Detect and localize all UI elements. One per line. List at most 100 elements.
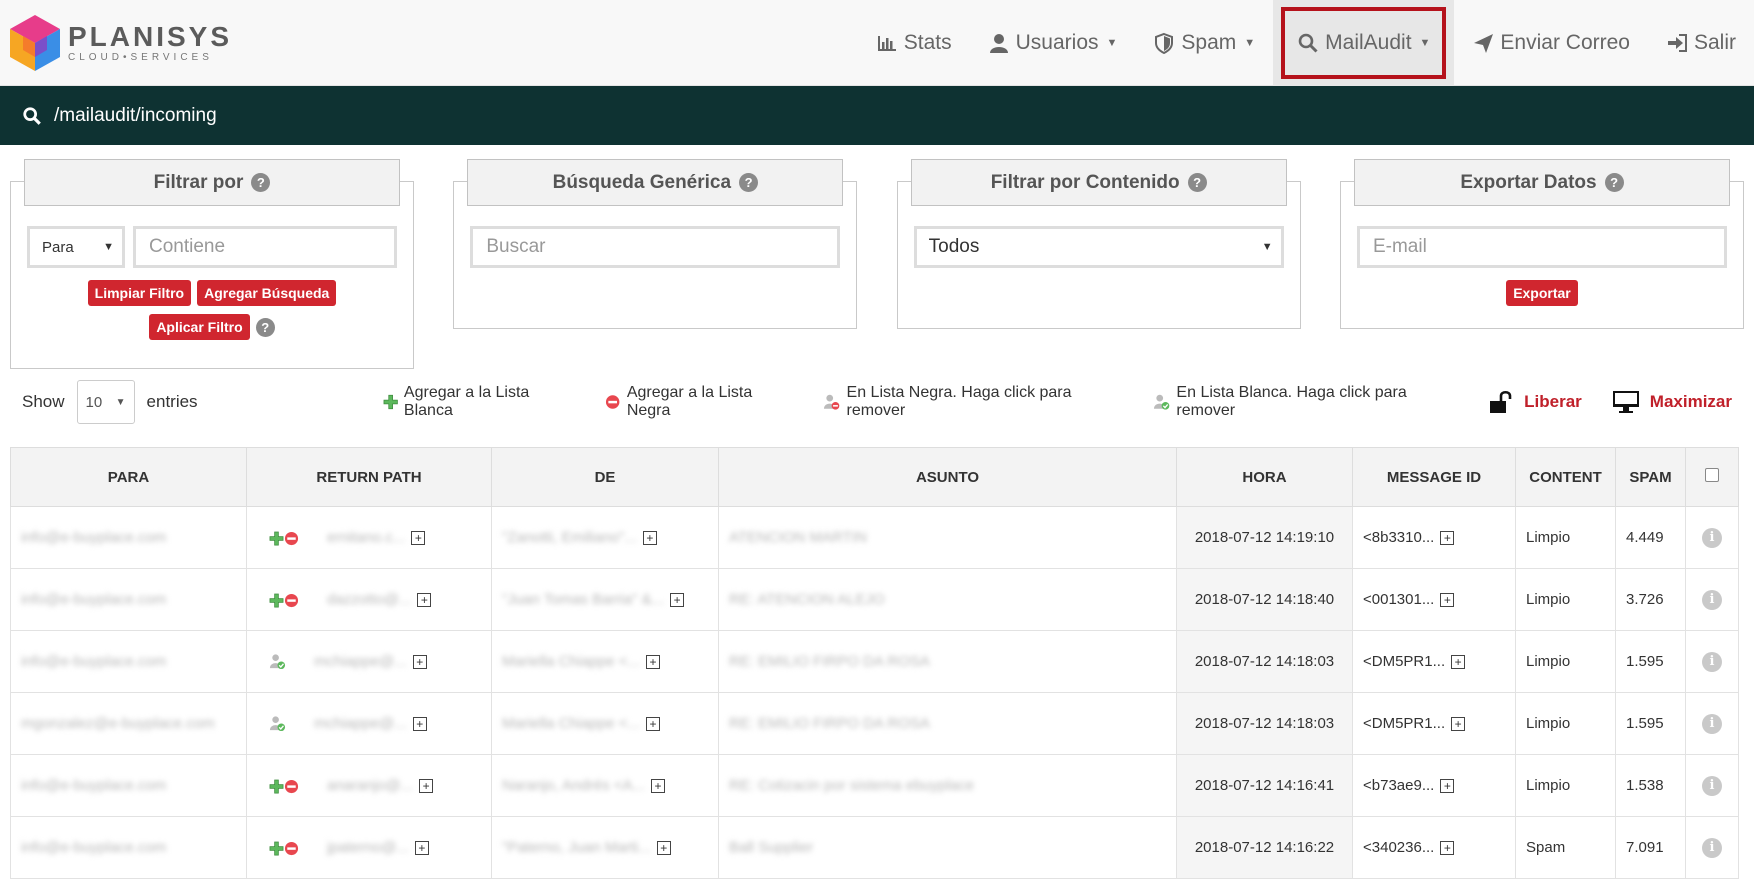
nav-mailaudit[interactable]: MailAudit ▼ — [1273, 0, 1455, 86]
red-minus-icon[interactable] — [284, 593, 299, 608]
info-icon[interactable]: i — [1702, 775, 1722, 796]
table-row[interactable]: info@e-buyplace.com jpaterno@... + "Paterno… — [10, 816, 1739, 879]
whitelist-add-legend[interactable]: Agregar a la Lista Blanca — [383, 384, 576, 420]
expand-icon[interactable]: + — [670, 593, 685, 608]
cell-info: i — [1685, 754, 1739, 817]
expand-icon[interactable]: + — [411, 531, 426, 546]
info-icon[interactable]: i — [1702, 713, 1722, 734]
in-blacklist-legend[interactable]: En Lista Negra. Haga click para remover — [823, 384, 1123, 420]
green-plus-icon[interactable] — [269, 593, 284, 608]
liberar-action[interactable]: Liberar — [1488, 389, 1582, 415]
cell-content: Limpio — [1515, 630, 1616, 693]
panel-busqueda-generica: Búsqueda Genérica ? Buscar — [453, 159, 858, 329]
help-icon[interactable]: ? — [739, 173, 759, 192]
brand-logo[interactable]: PLANISYS CLOUD•SERVICES — [10, 14, 232, 71]
expand-icon[interactable]: + — [1451, 655, 1466, 670]
cell-asunto: RE: EMILIO FIRPO DA ROSA — [718, 692, 1177, 755]
green-plus-icon[interactable] — [269, 779, 284, 794]
expand-icon[interactable]: + — [412, 654, 427, 669]
info-icon[interactable]: i — [1702, 527, 1722, 548]
expand-icon[interactable]: + — [1440, 779, 1455, 794]
entries-select[interactable]: 10 ▼ — [76, 380, 135, 424]
table-row[interactable]: info@e-buyplace.com ernitano.c... + "Zanott… — [10, 506, 1739, 569]
panel-busqueda-title: Búsqueda Genérica ? — [467, 159, 844, 206]
info-icon[interactable]: i — [1702, 837, 1722, 858]
cell-asunto: RE: EMILIO FIRPO DA ROSA — [718, 630, 1177, 693]
info-icon[interactable]: i — [1702, 651, 1722, 672]
path-bar: /mailaudit/incoming — [0, 86, 1754, 145]
expand-icon[interactable]: + — [646, 717, 660, 732]
cell-content: Limpio — [1515, 506, 1616, 569]
in-whitelist-legend[interactable]: En Lista Blanca. Haga click para remover — [1153, 384, 1458, 420]
cell-content: Spam — [1515, 816, 1616, 879]
expand-icon[interactable]: + — [1440, 593, 1455, 608]
expand-icon[interactable]: + — [1440, 841, 1455, 856]
list-actions — [269, 529, 299, 546]
red-minus-icon[interactable] — [284, 531, 299, 546]
aplicar-filtro-button[interactable]: Aplicar Filtro — [149, 314, 250, 340]
expand-icon[interactable]: + — [651, 779, 665, 794]
user-whitelisted-icon[interactable] — [269, 653, 286, 670]
unlock-icon — [1490, 390, 1512, 413]
list-actions — [269, 715, 286, 732]
expand-icon[interactable]: + — [412, 716, 427, 731]
col-return-path[interactable]: RETURN PATH — [246, 447, 492, 507]
export-email-input[interactable]: E-mail — [1356, 226, 1727, 268]
generic-search-input[interactable]: Buscar — [470, 226, 841, 268]
expand-icon[interactable]: + — [646, 655, 660, 670]
green-plus-icon[interactable] — [269, 841, 284, 856]
table-row[interactable]: info@e-buyplace.com anaranjo@... + Naranjo,… — [10, 754, 1739, 817]
table-row[interactable]: info@e-buyplace.com mchiappe@... + Mariella… — [10, 630, 1739, 693]
user-whitelisted-icon[interactable] — [269, 715, 286, 732]
user-blacklisted-icon — [824, 394, 840, 410]
nav-enviar-correo[interactable]: Enviar Correo — [1454, 0, 1648, 86]
help-icon[interactable]: ? — [1604, 173, 1624, 192]
top-navbar: PLANISYS CLOUD•SERVICES Stats Usuarios ▼ — [0, 0, 1754, 86]
col-para[interactable]: PARA — [10, 447, 247, 507]
expand-icon[interactable]: + — [419, 779, 434, 794]
nav-usuarios[interactable]: Usuarios ▼ — [970, 0, 1136, 86]
cell-asunto: ATENCION MARTIN — [718, 506, 1177, 569]
table-row[interactable]: mgonzalez@e-buyplace.com mchiappe@... + Mar… — [10, 692, 1739, 755]
nav-spam[interactable]: Spam ▼ — [1135, 0, 1273, 86]
maximizar-action[interactable]: Maximizar — [1612, 390, 1732, 414]
expand-icon[interactable]: + — [656, 841, 671, 856]
red-minus-icon[interactable] — [284, 841, 299, 856]
filter-contains-input[interactable]: Contiene — [133, 226, 397, 268]
limpiar-filtro-button[interactable]: Limpiar Filtro — [87, 280, 192, 306]
info-icon[interactable]: i — [1702, 589, 1722, 610]
help-icon[interactable]: ? — [1187, 173, 1207, 192]
blacklist-add-legend[interactable]: Agregar a la Lista Negra — [605, 384, 793, 420]
legend: Agregar a la Lista Blanca Agregar a la L… — [383, 384, 1732, 420]
col-asunto[interactable]: ASUNTO — [718, 447, 1177, 507]
expand-icon[interactable]: + — [417, 593, 432, 608]
help-icon[interactable]: ? — [255, 317, 275, 337]
exportar-button[interactable]: Exportar — [1506, 280, 1578, 306]
table-row[interactable]: info@e-buyplace.com dazzotto@... + "Juan To… — [10, 568, 1739, 631]
red-minus-icon[interactable] — [284, 779, 299, 794]
select-all-checkbox[interactable] — [1705, 468, 1719, 482]
search-icon — [23, 106, 41, 125]
cell-message-id: <DM5PR1... + — [1352, 630, 1516, 693]
col-spam[interactable]: SPAM — [1615, 447, 1686, 507]
nav-stats[interactable]: Stats — [858, 0, 970, 86]
nav-salir[interactable]: Salir — [1648, 0, 1754, 86]
filter-field-select[interactable]: Para ▼ — [27, 226, 125, 268]
col-message-id[interactable]: MESSAGE ID — [1352, 447, 1516, 507]
cell-asunto: RE: ATENCION ALEJO — [718, 568, 1177, 631]
user-icon — [989, 33, 1008, 53]
help-icon[interactable]: ? — [251, 173, 271, 192]
expand-icon[interactable]: + — [1451, 717, 1466, 732]
content-filter-select[interactable]: Todos ▼ — [913, 226, 1284, 268]
expand-icon[interactable]: + — [1440, 531, 1455, 546]
cell-message-id: <DM5PR1... + — [1352, 692, 1516, 755]
expand-icon[interactable]: + — [642, 531, 657, 546]
green-plus-icon[interactable] — [269, 531, 284, 546]
expand-icon[interactable]: + — [414, 841, 429, 856]
col-content[interactable]: CONTENT — [1515, 447, 1616, 507]
col-de[interactable]: DE — [491, 447, 719, 507]
agregar-busqueda-button[interactable]: Agregar Búsqueda — [197, 280, 337, 306]
panel-filtrar-contenido: Filtrar por Contenido ? Todos ▼ — [896, 159, 1301, 329]
cell-hora: 2018-07-12 14:16:22 — [1176, 816, 1353, 879]
col-hora[interactable]: HORA — [1176, 447, 1353, 507]
